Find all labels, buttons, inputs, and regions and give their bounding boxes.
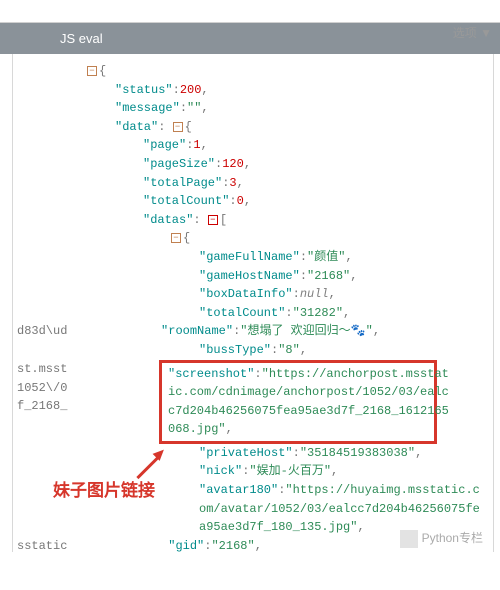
options-dropdown[interactable]: 选项 ▼ [453,24,492,41]
collapse-item[interactable]: −{ [15,229,491,248]
collapse-datas[interactable]: "datas": −[ [15,211,491,230]
wechat-logo-icon [400,530,418,548]
json-row: "boxDataInfo":null, [15,285,491,304]
json-row: "status":200, [15,81,491,100]
highlighted-screenshot-field: "screenshot":"https://anchorpost.msstat … [159,360,437,444]
json-viewer: −{ "status":200, "message":"", "data": −… [12,54,494,552]
json-row: "gameHostName":"2168", [15,267,491,286]
json-row: "totalPage":3, [15,174,491,193]
collapse-root[interactable]: −{ [15,62,491,81]
json-row: "page":1, [15,136,491,155]
json-row: "message":"", [15,99,491,118]
collapse-data[interactable]: "data": −{ [15,118,491,137]
watermark: Python专栏 [400,529,483,548]
json-row: "privateHost":"35184519383038", [15,444,491,463]
json-row: "screenshot":"https://anchorpost.msstat [168,365,428,384]
json-row: "bussType":"8", [15,341,491,360]
json-row: d83d\ud "roomName":"想塌了 欢迎回归～🐾", [15,322,491,341]
json-row: ic.com/cdnimage/anchorpost/1052/03/ealc [168,383,428,402]
arrow-icon [133,452,161,480]
panel-header[interactable]: JS eval [0,22,500,54]
json-row: 068.jpg", [168,420,428,439]
json-row: "totalCount":"31282", [15,304,491,323]
json-row: c7d204b46256075fea95ae3d7f_2168_1612165 [168,402,428,421]
cut-fragment: st.msst 1052\/0 f_2168_ [15,360,67,416]
json-row: "totalCount":0, [15,192,491,211]
json-row: "pageSize":120, [15,155,491,174]
annotation-label: 妹子图片链接 [53,478,155,504]
json-row: "gameFullName":"颜值", [15,248,491,267]
